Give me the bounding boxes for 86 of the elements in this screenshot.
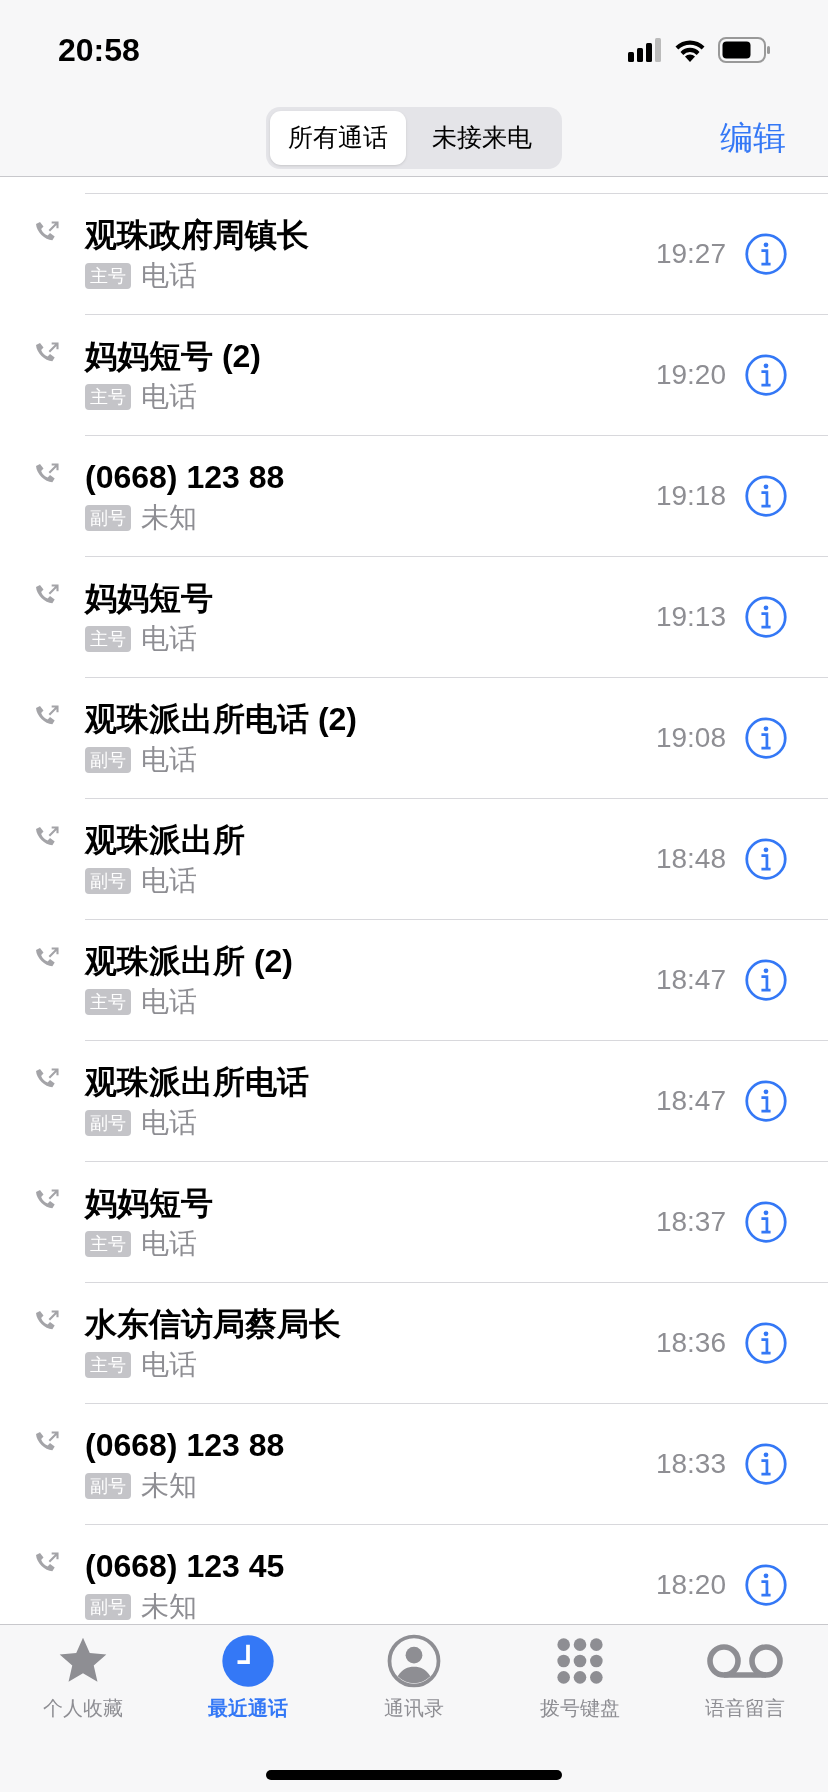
caller-name: (0668) 123 88 xyxy=(85,458,286,497)
info-icon xyxy=(744,353,788,397)
info-icon xyxy=(744,837,788,881)
call-time: 18:47 xyxy=(655,1084,726,1118)
sim-line-badge: 主号 xyxy=(85,263,131,289)
tab-bar-item[interactable]: 个人收藏 xyxy=(7,1633,158,1723)
call-type: 电话 xyxy=(141,259,197,293)
info-icon xyxy=(744,958,788,1002)
sim-line-badge: 主号 xyxy=(85,384,131,410)
caller-name: 观珠政府周镇长 xyxy=(85,216,310,255)
info-icon xyxy=(744,1442,788,1486)
info-button[interactable] xyxy=(744,716,788,760)
info-button[interactable] xyxy=(744,958,788,1002)
sim-line-badge: 副号 xyxy=(85,1110,131,1136)
call-time: 19:18 xyxy=(655,479,726,513)
sim-line-badge: 副号 xyxy=(85,1473,131,1499)
call-time: 19:13 xyxy=(655,600,726,634)
caller-name: 妈妈短号 xyxy=(85,579,214,618)
info-button[interactable] xyxy=(744,1321,788,1365)
call-type: 电话 xyxy=(141,864,197,898)
battery-icon xyxy=(718,37,770,63)
call-time: 18:36 xyxy=(655,1326,726,1360)
status-time: 20:58 xyxy=(58,31,140,70)
call-time: 19:08 xyxy=(655,721,726,755)
info-button[interactable] xyxy=(744,1442,788,1486)
sim-line-badge: 副号 xyxy=(85,868,131,894)
signal-icon xyxy=(628,38,662,62)
info-button[interactable] xyxy=(744,1079,788,1123)
caller-name: 观珠派出所电话 (2) xyxy=(85,700,358,739)
info-icon xyxy=(744,716,788,760)
info-button[interactable] xyxy=(744,1563,788,1607)
call-type: 电话 xyxy=(141,1348,197,1382)
caller-name: 观珠派出所 (2) xyxy=(85,942,294,981)
sim-line-badge: 主号 xyxy=(85,1352,131,1378)
call-type: 电话 xyxy=(141,622,197,656)
sim-line-badge: 副号 xyxy=(85,505,131,531)
clock-icon xyxy=(220,1633,277,1689)
call-time: 19:27 xyxy=(655,237,726,271)
sim-line-badge: 副号 xyxy=(85,747,131,773)
info-button[interactable] xyxy=(744,353,788,397)
call-time: 18:48 xyxy=(655,842,726,876)
call-time: 19:20 xyxy=(655,358,726,392)
info-button[interactable] xyxy=(744,474,788,518)
caller-name: 观珠派出所电话 xyxy=(85,1063,310,1102)
info-icon xyxy=(744,1079,788,1123)
info-icon xyxy=(744,1563,788,1607)
caller-name: 观珠派出所 xyxy=(85,821,246,860)
call-type: 电话 xyxy=(141,380,197,414)
info-icon xyxy=(744,1321,788,1365)
sim-line-badge: 副号 xyxy=(85,1594,131,1620)
call-type: 未知 xyxy=(141,501,197,535)
segment-tab[interactable]: 未接来电 xyxy=(406,111,558,165)
call-type: 未知 xyxy=(141,1590,197,1624)
call-time: 18:47 xyxy=(655,963,726,997)
tab-bar-item[interactable]: 语音留言 xyxy=(670,1633,821,1723)
caller-name: (0668) 123 88 xyxy=(85,1426,286,1465)
call-time: 18:33 xyxy=(655,1447,726,1481)
sim-line-badge: 主号 xyxy=(85,626,131,652)
call-type: 电话 xyxy=(141,1106,197,1140)
call-type: 电话 xyxy=(141,985,197,1019)
info-icon xyxy=(744,1200,788,1244)
caller-name: (0668) 123 45 xyxy=(85,1547,286,1586)
tab-bar-item[interactable]: 最近通话 xyxy=(173,1633,324,1723)
caller-name: 水东信访局蔡局长 xyxy=(85,1305,342,1344)
call-time: 18:20 xyxy=(655,1568,726,1602)
info-icon xyxy=(744,474,788,518)
call-type: 未知 xyxy=(141,1469,197,1503)
wifi-icon xyxy=(674,38,706,62)
info-button[interactable] xyxy=(744,595,788,639)
caller-name: 妈妈短号 xyxy=(85,1184,214,1223)
info-icon xyxy=(744,595,788,639)
tab-bar-item[interactable]: 拨号键盘 xyxy=(504,1633,655,1723)
info-icon xyxy=(744,232,788,276)
segment-tab[interactable]: 所有通话 xyxy=(270,111,406,165)
sim-line-badge: 主号 xyxy=(85,989,131,1015)
info-button[interactable] xyxy=(744,837,788,881)
call-time: 18:37 xyxy=(655,1205,726,1239)
person-circle-icon xyxy=(386,1633,442,1689)
info-button[interactable] xyxy=(744,232,788,276)
call-type: 电话 xyxy=(141,1227,197,1261)
info-button[interactable] xyxy=(744,1200,788,1244)
caller-name: 妈妈短号 (2) xyxy=(85,337,262,376)
tab-bar-item[interactable]: 通讯录 xyxy=(339,1633,489,1723)
edit-button[interactable]: 编辑 xyxy=(720,113,786,163)
call-type: 电话 xyxy=(141,743,197,777)
sim-line-badge: 主号 xyxy=(85,1231,131,1257)
